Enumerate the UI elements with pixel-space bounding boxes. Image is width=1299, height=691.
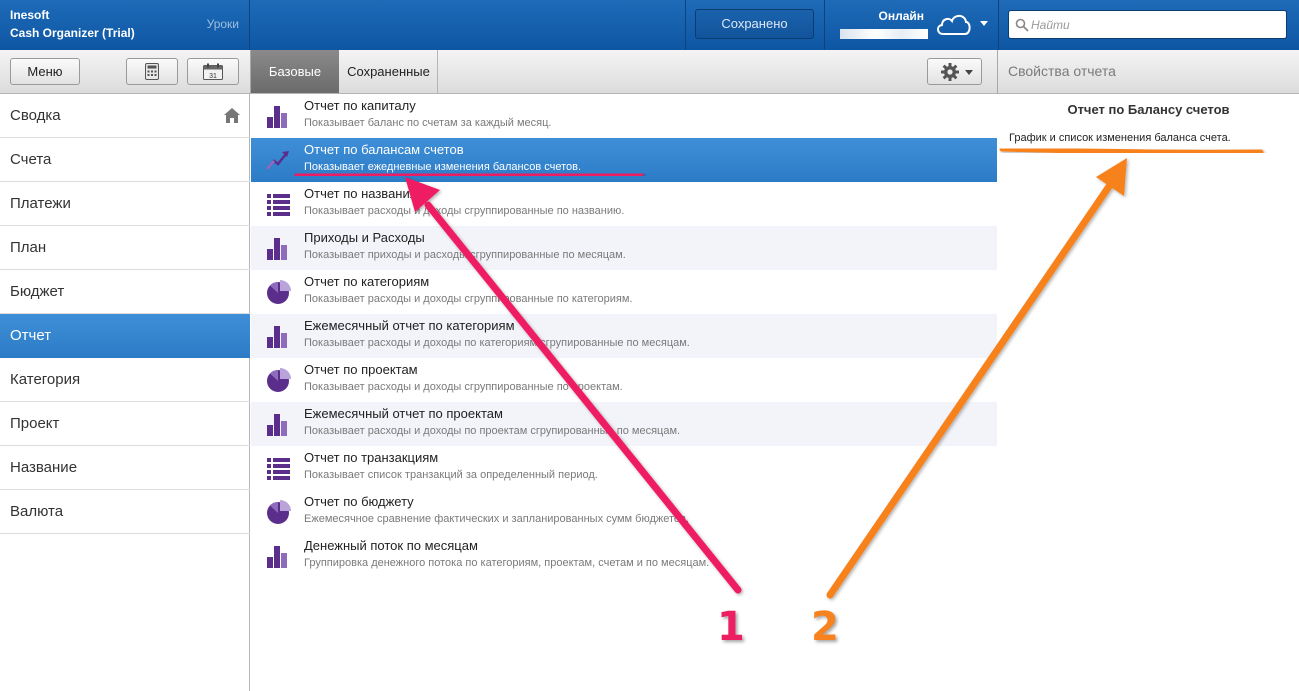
line-chart-icon [265, 147, 293, 173]
sidebar-item-plan[interactable]: План [0, 226, 250, 270]
report-description: Показывает расходы и доходы по категория… [304, 337, 690, 349]
gear-icon [940, 63, 959, 81]
report-description: Показывает расходы и доходы сгруппирован… [304, 381, 623, 393]
home-icon[interactable] [224, 108, 240, 123]
toolbar: Меню 31 Базовые Сохраненные Свойства отч… [0, 50, 1299, 94]
sidebar-item-label: Сводка [10, 107, 61, 124]
calculator-icon [145, 63, 159, 80]
report-row-payees[interactable]: Отчет по названиям Показывает расходы и … [251, 182, 997, 226]
report-title: Приходы и Расходы [304, 230, 425, 245]
annotation-label-1: 1 [717, 604, 745, 650]
sidebar-item-budget[interactable]: Бюджет [0, 270, 250, 314]
report-title: Отчет по капиталу [304, 98, 416, 113]
report-description: Показывает приходы и расходы сгруппирова… [304, 249, 626, 261]
lessons-link[interactable]: Уроки [207, 17, 239, 31]
report-description: Показывает расходы и доходы сгруппирован… [304, 293, 633, 305]
bar-chart-icon [265, 543, 293, 569]
sidebar-item-summary[interactable]: Сводка [0, 94, 250, 138]
sidebar-item-report[interactable]: Отчет [0, 314, 250, 358]
cloud-icon[interactable] [934, 10, 972, 38]
report-description: Показывает расходы и доходы по проектам … [304, 425, 681, 437]
properties-description: График и список изменения баланса счета. [1009, 132, 1231, 144]
report-row-categories[interactable]: Отчет по категориям Показывает расходы и… [251, 270, 997, 314]
menu-button[interactable]: Меню [10, 58, 80, 85]
report-description: Показывает список транзакций за определе… [304, 469, 598, 481]
company-name: Inesoft [10, 8, 50, 22]
search-area [998, 0, 1299, 50]
calculator-button[interactable] [126, 58, 178, 85]
app-brand: Inesoft Cash Organizer (Trial) Уроки [0, 0, 250, 50]
report-description: Показывает баланс по счетам за каждый ме… [304, 117, 552, 129]
chevron-down-icon [965, 70, 973, 75]
settings-button[interactable] [927, 58, 982, 85]
report-row-cash-flow[interactable]: Денежный поток по месяцам Группировка де… [251, 534, 997, 578]
top-bar: Inesoft Cash Organizer (Trial) Уроки Сох… [0, 0, 1299, 50]
sidebar-item-payee[interactable]: Название [0, 446, 250, 490]
saved-area: Сохранено [685, 0, 825, 50]
search-box[interactable] [1008, 10, 1287, 39]
list-icon [265, 191, 293, 217]
bar-chart-icon [265, 103, 293, 129]
annotation-label-2: 2 [811, 604, 839, 650]
bar-chart-icon [265, 235, 293, 261]
report-row-projects[interactable]: Отчет по проектам Показывает расходы и д… [251, 358, 997, 402]
report-title: Отчет по балансам счетов [304, 142, 464, 157]
report-description: Показывает расходы и доходы сгруппирован… [304, 205, 625, 217]
list-icon [265, 455, 293, 481]
sidebar-item-accounts[interactable]: Счета [0, 138, 250, 182]
report-row-capital[interactable]: Отчет по капиталу Показывает баланс по с… [251, 94, 997, 138]
properties-panel: Отчет по Балансу счетов График и список … [998, 94, 1299, 691]
account-name-bar [840, 29, 928, 39]
report-row-income-expense[interactable]: Приходы и Расходы Показывает приходы и р… [251, 226, 997, 270]
sidebar-item-currency[interactable]: Валюта [0, 490, 250, 534]
report-row-monthly-projects[interactable]: Ежемесячный отчет по проектам Показывает… [251, 402, 997, 446]
online-status[interactable]: Онлайн [826, 0, 998, 50]
report-title: Отчет по транзакциям [304, 450, 439, 465]
bar-chart-icon [265, 411, 293, 437]
report-title: Отчет по проектам [304, 362, 418, 377]
saved-button[interactable]: Сохранено [695, 9, 814, 39]
sidebar-item-category[interactable]: Категория [0, 358, 250, 402]
sidebar: Сводка Счета Платежи План Бюджет Отчет К… [0, 94, 250, 691]
report-row-budget[interactable]: Отчет по бюджету Ежемесячное сравнение ф… [251, 490, 997, 534]
tab-saved[interactable]: Сохраненные [340, 50, 438, 93]
product-name: Cash Organizer (Trial) [10, 26, 135, 40]
report-description: Группировка денежного потока по категори… [304, 557, 710, 569]
report-row-account-balances[interactable]: Отчет по балансам счетов Показывает ежед… [251, 138, 997, 182]
calendar-day: 31 [209, 73, 217, 80]
sidebar-item-payments[interactable]: Платежи [0, 182, 250, 226]
properties-title: Свойства отчета [1008, 63, 1116, 79]
report-title: Ежемесячный отчет по проектам [304, 406, 503, 421]
report-description: Ежемесячное сравнение фактических и запл… [304, 513, 689, 525]
chevron-down-icon[interactable] [980, 21, 988, 26]
calendar-icon: 31 [203, 63, 223, 80]
report-description: Показывает ежедневные изменения балансов… [304, 161, 582, 173]
report-row-monthly-categories[interactable]: Ежемесячный отчет по категориям Показыва… [251, 314, 997, 358]
report-title: Отчет по названиям [304, 186, 426, 201]
tab-basic[interactable]: Базовые [251, 50, 339, 93]
report-list: Отчет по капиталу Показывает баланс по с… [251, 94, 997, 691]
divider [997, 50, 998, 94]
pie-chart-icon [265, 367, 293, 393]
search-icon [1015, 18, 1029, 32]
report-row-transactions[interactable]: Отчет по транзакциям Показывает список т… [251, 446, 997, 490]
report-title: Ежемесячный отчет по категориям [304, 318, 515, 333]
pie-chart-icon [265, 499, 293, 525]
online-label: Онлайн [878, 9, 924, 23]
report-title: Денежный поток по месяцам [304, 538, 478, 553]
bar-chart-icon [265, 323, 293, 349]
calendar-button[interactable]: 31 [187, 58, 239, 85]
properties-heading: Отчет по Балансу счетов [1067, 102, 1230, 117]
sidebar-item-project[interactable]: Проект [0, 402, 250, 446]
search-input[interactable] [1031, 11, 1281, 38]
report-title: Отчет по категориям [304, 274, 430, 289]
pie-chart-icon [265, 279, 293, 305]
report-title: Отчет по бюджету [304, 494, 414, 509]
